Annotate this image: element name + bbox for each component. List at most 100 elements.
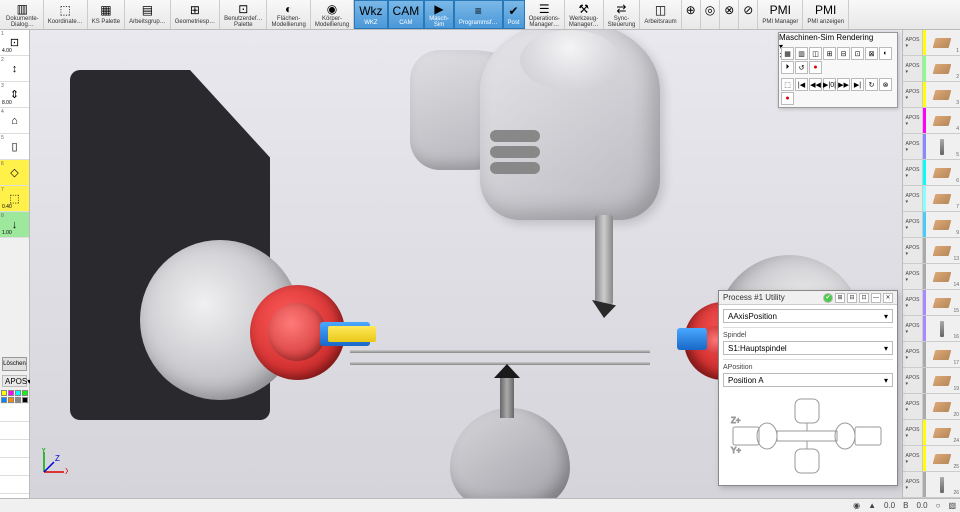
panel-close-button[interactable]: ✕ xyxy=(883,293,893,303)
tool-insert-icon xyxy=(932,246,951,256)
sim-control-button[interactable]: ◫ xyxy=(809,47,822,60)
ribbon-arbeitsraum-button[interactable]: ◫Arbeitsraum xyxy=(640,0,681,29)
sim-control-button[interactable]: ⊡ xyxy=(851,47,864,60)
sim-control-button[interactable]: ◐ xyxy=(879,47,892,60)
left-extra-slot[interactable] xyxy=(0,458,29,476)
ribbon-ks-palette-button[interactable]: ▦KS Palette xyxy=(88,0,125,29)
spindel-dropdown[interactable]: S1:Hauptspindel▾ xyxy=(723,341,893,355)
sim-control-button[interactable]: ⏵ xyxy=(781,61,794,74)
color-swatch[interactable] xyxy=(8,390,14,396)
left-extra-slot[interactable] xyxy=(0,440,29,458)
left-tool-slot[interactable]: 8↓1.00 xyxy=(0,212,29,238)
color-swatch[interactable] xyxy=(15,397,21,403)
color-swatch[interactable] xyxy=(15,390,21,396)
color-swatch[interactable] xyxy=(22,397,28,403)
aposition-dropdown[interactable]: Position A▾ xyxy=(723,373,893,387)
status-circle-icon[interactable]: ○ xyxy=(936,501,941,510)
ribbon-masch-sim-button[interactable]: ▶Masch-Sim xyxy=(424,0,454,29)
left-extra-slot[interactable] xyxy=(0,476,29,494)
left-tool-slot[interactable]: 3⇕8.00 xyxy=(0,82,29,108)
right-tool-row[interactable]: APOS▾25 xyxy=(903,446,960,472)
color-swatch[interactable] xyxy=(8,397,14,403)
apos-label: APOS▾ xyxy=(903,342,923,367)
ribbon-operations-manager-button[interactable]: ☰Operations-Manager… xyxy=(525,0,565,29)
aaxis-position-dropdown[interactable]: AAxisPosition▾ xyxy=(723,309,893,323)
sim-playback-button[interactable]: ⬚ xyxy=(781,78,794,91)
ribbon-dokumente-dialog-button[interactable]: ▥Dokumente-Dialog… xyxy=(2,0,44,29)
ribbon--button[interactable]: ⊕ xyxy=(682,0,701,29)
ribbon-koordinate-button[interactable]: ⬚Koordinate… xyxy=(44,0,88,29)
sim-playback-button[interactable]: ▶|0| xyxy=(823,78,836,91)
right-tool-row[interactable]: APOS▾4 xyxy=(903,108,960,134)
sim-control-button[interactable]: ⊞ xyxy=(823,47,836,60)
right-tool-row[interactable]: APOS▾6 xyxy=(903,160,960,186)
sim-playback-button[interactable]: |◀ xyxy=(795,78,808,91)
left-tool-slot[interactable]: 7⬚0.40 xyxy=(0,186,29,212)
sim-playback-button[interactable]: ↻ xyxy=(865,78,878,91)
ribbon-geometriesp-button[interactable]: ⊞Geometriesp… xyxy=(171,0,220,29)
panel-pin-button[interactable]: ⊡ xyxy=(859,293,869,303)
sim-control-button[interactable]: ⊟ xyxy=(837,47,850,60)
sim-playback-button[interactable]: ⊗ xyxy=(879,78,892,91)
status-cube-icon[interactable]: ▧ xyxy=(948,501,956,510)
color-swatch[interactable] xyxy=(22,390,28,396)
right-tool-row[interactable]: APOS▾5 xyxy=(903,134,960,160)
right-tool-row[interactable]: APOS▾1 xyxy=(903,30,960,56)
right-tool-row[interactable]: APOS▾7 xyxy=(903,186,960,212)
right-tool-row[interactable]: APOS▾17 xyxy=(903,342,960,368)
ribbon-pmi-manager-button[interactable]: PMIPMI Manager xyxy=(758,0,803,29)
color-swatch[interactable] xyxy=(1,390,7,396)
ribbon-werkzeug-manager-button[interactable]: ⚒Werkzeug-Manager… xyxy=(565,0,604,29)
left-tool-slot[interactable]: 6◇ xyxy=(0,160,29,186)
sim-control-button[interactable]: ▦ xyxy=(781,47,794,60)
ribbon-arbeitsgrup-button[interactable]: ▤Arbeitsgrup… xyxy=(125,0,171,29)
ribbon--button[interactable]: ⊗ xyxy=(720,0,739,29)
apos-left-dropdown[interactable]: APOS▾ xyxy=(2,375,27,387)
delete-button[interactable]: Löschen xyxy=(2,357,27,371)
ribbon-post-button[interactable]: ✔Post xyxy=(503,0,525,29)
left-extra-slot[interactable] xyxy=(0,404,29,422)
sim-control-button[interactable]: ⊠ xyxy=(865,47,878,60)
ribbon-k-rper-modellierung-button[interactable]: ◉Körper-Modellierung xyxy=(311,0,354,29)
ribbon-fl-chen-modellierung-button[interactable]: ◐Flächen-Modellierung xyxy=(267,0,310,29)
apply-button[interactable]: ✔ xyxy=(823,293,833,303)
sim-playback-button[interactable]: ◀◀ xyxy=(809,78,822,91)
ribbon-benutzerdef-palette-button[interactable]: ⊡Benutzerdef…Palette xyxy=(220,0,267,29)
right-tool-row[interactable]: APOS▾19 xyxy=(903,368,960,394)
ribbon--button[interactable]: ⊘ xyxy=(739,0,758,29)
ribbon-programmsf-button[interactable]: ≡Programmsf… xyxy=(454,0,503,29)
sim-playback-button[interactable]: ▶| xyxy=(851,78,864,91)
right-tool-row[interactable]: APOS▾15 xyxy=(903,290,960,316)
color-swatch[interactable] xyxy=(1,397,7,403)
left-tool-slot[interactable]: 4⌂ xyxy=(0,108,29,134)
right-tool-row[interactable]: APOS▾16 xyxy=(903,316,960,342)
panel-option-button[interactable]: ⊞ xyxy=(835,293,845,303)
right-tool-row[interactable]: APOS▾14 xyxy=(903,264,960,290)
svg-text:Z: Z xyxy=(55,454,60,463)
ribbon-cam-button[interactable]: CAMCAM xyxy=(388,0,425,29)
left-tool-slot[interactable]: 2↕ xyxy=(0,56,29,82)
right-tool-row[interactable]: APOS▾13 xyxy=(903,238,960,264)
ribbon-pmi-anzeigen-button[interactable]: PMIPMI anzeigen xyxy=(803,0,849,29)
panel-minimize-button[interactable]: — xyxy=(871,293,881,303)
right-tool-row[interactable]: APOS▾2 xyxy=(903,56,960,82)
ribbon-sync-steuerung-button[interactable]: ⇄Sync-Steuerung xyxy=(604,0,641,29)
right-tool-row[interactable]: APOS▾3 xyxy=(903,82,960,108)
sim-playback-button[interactable]: ● xyxy=(781,92,794,105)
status-triangle-icon[interactable]: ▲ xyxy=(868,501,876,510)
right-tool-row[interactable]: APOS▾20 xyxy=(903,394,960,420)
sim-playback-button[interactable]: ▶▶ xyxy=(837,78,850,91)
right-tool-row[interactable]: APOS▾24 xyxy=(903,420,960,446)
panel-option-button[interactable]: ⊟ xyxy=(847,293,857,303)
ribbon-wkz-button[interactable]: WkzWKZ xyxy=(354,0,387,29)
left-tool-slot[interactable]: 5▯ xyxy=(0,134,29,160)
right-tool-row[interactable]: APOS▾9 xyxy=(903,212,960,238)
ribbon--button[interactable]: ◎ xyxy=(701,0,720,29)
left-extra-slot[interactable] xyxy=(0,422,29,440)
left-tool-slot[interactable]: 1⊡4.00 xyxy=(0,30,29,56)
sim-control-button[interactable]: ● xyxy=(809,61,822,74)
sim-control-button[interactable]: ▥ xyxy=(795,47,808,60)
right-tool-row[interactable]: APOS▾26 xyxy=(903,472,960,498)
status-eye-icon[interactable]: ◉ xyxy=(853,501,860,510)
sim-control-button[interactable]: ↺ xyxy=(795,61,808,74)
